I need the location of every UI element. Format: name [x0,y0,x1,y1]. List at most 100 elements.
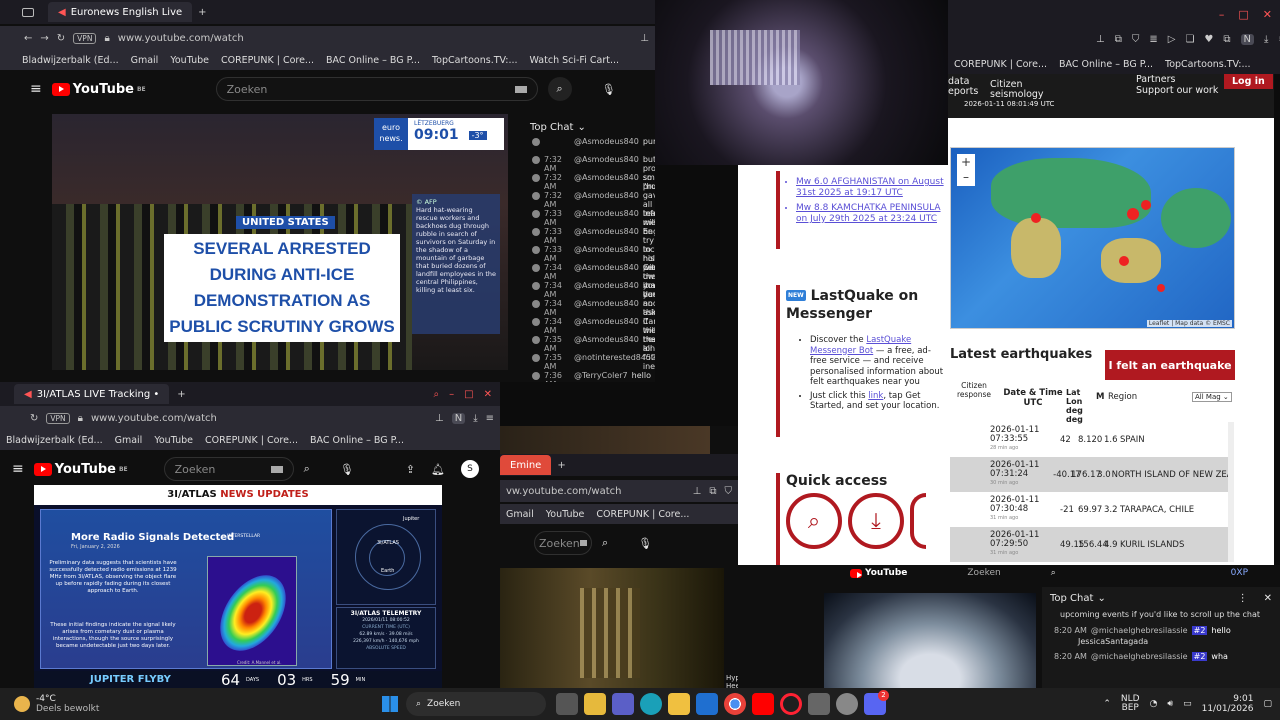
avatar[interactable] [532,336,540,344]
settings-icon[interactable] [836,693,858,715]
table-row[interactable]: 2026-01-11 07:31:24 30 min ago -40.17 176.17… [950,457,1228,492]
bookmark-youtube[interactable]: YouTube [154,435,193,446]
zoom-in-button[interactable]: + [957,154,975,170]
event-link[interactable]: Mw 6.0 AFGHANISTAN on August 31st 2025 a… [796,177,946,199]
keyboard-icon[interactable] [270,465,283,473]
forward-icon[interactable]: → [40,33,48,44]
extensions-icon[interactable]: ⧉ [1223,34,1230,45]
bookmark-youtube[interactable]: YouTube [546,509,585,520]
close-icon[interactable]: ✕ [484,389,492,400]
col-date[interactable]: Date & Time UTC [1002,388,1064,408]
bookmark-youtube[interactable]: YouTube [170,55,209,66]
bookmark-scifi[interactable]: Watch Sci-Fi Cart... [530,55,620,66]
wifi-icon[interactable]: ◔ [1150,699,1158,709]
youtube-logo[interactable]: YouTube BE [33,462,128,477]
bookmark-folder[interactable]: Bladwijzerbalk (Ed... [6,435,103,446]
table-row[interactable]: 2026-01-11 07:30:48 31 min ago -21 69.97 3.2 T… [950,492,1228,527]
search-input[interactable]: Zoeken [215,77,538,101]
chat-title[interactable]: Top Chat ⌄ ⋮ ✕ [1042,587,1280,610]
bookmark-topcartoons[interactable]: TopCartoons.TV:... [1165,59,1251,70]
tab-euronews[interactable]: ◀ Euronews English Live [48,2,193,22]
table-row[interactable]: 2026-01-11 07:33:55 28 min ago 42 8.120 1.6 SP… [950,422,1228,457]
audio-icon[interactable]: ◀ [24,389,32,400]
heart-icon[interactable]: ♥ [1204,34,1213,45]
search-icon[interactable]: ⌕ [304,462,310,476]
avatar[interactable] [532,228,540,236]
keyboard-icon[interactable] [514,85,527,93]
url-field[interactable]: vw.youtube.com/watch [506,486,621,497]
chat-author[interactable]: @Asmodeus840 [574,245,639,254]
bookmark-bac[interactable]: BAC Online – BG P... [326,55,420,66]
menu-icon[interactable]: ≡ [12,461,24,477]
get-started-link[interactable]: link [868,391,883,401]
avatar[interactable] [532,282,540,290]
new-tab-button[interactable]: + [557,460,565,471]
mic-icon[interactable]: 🎙︎ [638,537,652,550]
reader-icon[interactable]: ❏ [1185,34,1194,45]
avatar[interactable] [532,210,540,218]
bookmark-corepunk[interactable]: COREPUNK | Core... [205,435,298,446]
upload-icon[interactable]: ⇪ [406,463,415,476]
new-tab-button[interactable]: + [177,389,185,400]
discord-icon[interactable]: 2 [864,690,889,715]
menu-icon[interactable]: ≡ [30,81,42,97]
bookmark-bac[interactable]: BAC Online – BG P... [1059,59,1153,70]
read-icon[interactable]: ≣ [1149,34,1157,45]
quake-marker[interactable] [1031,213,1041,223]
sidebar-icon[interactable] [22,7,34,17]
vpn-badge[interactable]: VPN [46,412,70,424]
minimize-icon[interactable]: – [449,389,454,400]
avatar[interactable] [532,264,540,272]
minimize-icon[interactable]: – [1219,8,1225,21]
profile-icon[interactable]: N [1240,34,1255,45]
teams-icon[interactable] [612,693,634,715]
event-link[interactable]: Mw 8.8 KAMCHATKA PENINSULA on July 29th … [796,203,946,225]
chat-author[interactable]: @Asmodeus840 [574,155,639,164]
quake-marker[interactable] [1119,256,1129,266]
chat-author[interactable]: @Asmodeus840 [574,191,639,200]
reload-icon[interactable]: ↻ [30,413,38,424]
shield-icon[interactable]: ⛉ [1132,34,1140,45]
pin-icon[interactable]: ⊥ [435,413,444,424]
pin-icon[interactable]: ⊥ [693,486,702,497]
chat-author[interactable]: @Asmodeus840 [574,173,639,182]
opera-icon[interactable] [780,693,802,715]
language-indicator[interactable]: NLD BEP [1121,695,1140,713]
volume-icon[interactable]: 🔊︎ [1167,699,1173,709]
bookmark-gmail[interactable]: Gmail [115,435,143,446]
weather-widget[interactable]: -4°C Deels bewolkt [14,694,134,714]
chat-author[interactable]: @Asmodeus840 [574,335,639,344]
search-icon[interactable]: ⌕ [602,536,608,550]
new-tab-button[interactable]: + [198,7,206,18]
avatar[interactable] [532,156,540,164]
col-latlon[interactable]: Lat Lon deg deg [1066,388,1096,424]
bookmark-corepunk[interactable]: COREPUNK | Core... [596,509,689,520]
tab-mini[interactable]: Emine [500,455,552,475]
download-icon[interactable]: ⤓ [848,493,904,549]
chat-author[interactable]: @Asmodeus840 [574,137,639,146]
mic-icon[interactable]: 🎙︎ [602,83,616,96]
felt-earthquake-button[interactable]: I felt an earthquake [1105,350,1235,380]
download-icon[interactable]: ⤓ [473,413,477,424]
quake-marker[interactable] [1141,200,1151,210]
chat-author[interactable]: @notinterested8452 [574,353,655,362]
vpn-badge[interactable]: VPN [73,32,97,44]
taskbar-search[interactable]: ⌕ Zoeken [406,692,546,716]
col-mag[interactable]: M [1096,392,1104,402]
pin-icon[interactable]: ⊥ [640,33,649,44]
quake-marker[interactable] [1127,208,1139,220]
calculator-icon[interactable] [808,693,830,715]
table-scrollbar[interactable] [1228,422,1234,562]
notification-icon[interactable]: ▢ [1263,699,1272,709]
download-icon[interactable]: ⤓ [1264,34,1268,45]
chat-author[interactable]: @TerryColer7 [574,371,628,380]
search-icon[interactable]: ⌕ [434,389,440,400]
screenshot-icon[interactable]: ⧉ [1115,34,1122,45]
bell-icon[interactable]: 🔔︎ [431,463,445,476]
chat-author[interactable]: @Asmodeus840 [574,317,639,326]
bookmark-corepunk[interactable]: COREPUNK | Core... [221,55,314,66]
avatar[interactable] [532,138,540,146]
app-icon[interactable] [910,493,926,549]
pin-icon[interactable]: ⊥ [1096,34,1105,45]
atlas-video[interactable]: 3I/ATLAS NEWS UPDATES More Radio Signals… [34,485,442,688]
